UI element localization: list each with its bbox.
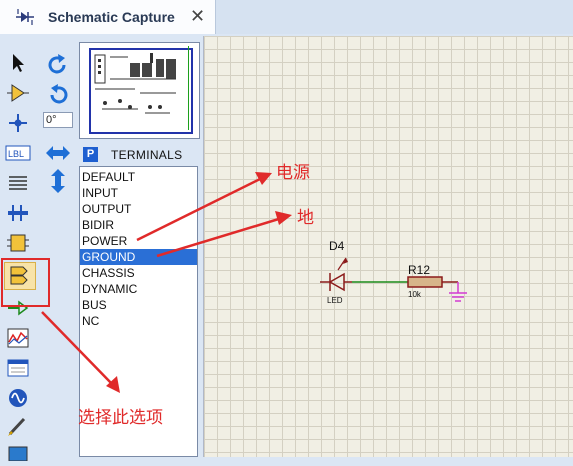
generator-mode-icon[interactable]	[4, 385, 32, 411]
terminals-mode-icon[interactable]	[5, 262, 33, 288]
terminal-item-chassis[interactable]: CHASSIS	[80, 265, 197, 281]
resistor-value-label: 10k	[408, 290, 421, 299]
annotation-select: 选择此选项	[78, 408, 163, 427]
rotate-clockwise-icon[interactable]	[44, 52, 72, 78]
subcircuit-icon[interactable]	[4, 230, 32, 256]
close-icon[interactable]: ✕	[190, 7, 205, 25]
diode-reference-label: D4	[329, 239, 345, 253]
annotation-ground: 地	[297, 208, 314, 227]
terminals-header: P TERMINALS	[79, 145, 198, 165]
terminal-item-input[interactable]: INPUT	[80, 185, 197, 201]
tab-bar: Schematic Capture ✕	[0, 0, 573, 34]
pick-devices-button[interactable]: P	[83, 147, 98, 162]
terminal-item-bus[interactable]: BUS	[80, 297, 197, 313]
tab-title: Schematic Capture	[48, 9, 175, 25]
mirror-vertical-icon[interactable]	[44, 168, 72, 194]
schematic-icon	[16, 9, 34, 25]
text-script-icon[interactable]	[4, 170, 32, 196]
terminal-item-ground[interactable]: GROUND	[80, 249, 197, 265]
graph-mode-icon[interactable]	[4, 325, 32, 351]
terminal-item-bidir[interactable]: BIDIR	[80, 217, 197, 233]
selection-mode-icon[interactable]	[4, 50, 32, 76]
terminal-item-default[interactable]: DEFAULT	[80, 169, 197, 185]
overview-window[interactable]	[79, 42, 200, 139]
rotate-anticlockwise-icon[interactable]	[44, 82, 72, 108]
wire-label-icon[interactable]: LBL	[4, 140, 32, 166]
resistor-reference-label: R12	[408, 263, 431, 277]
tab-schematic-capture[interactable]: Schematic Capture ✕	[0, 0, 216, 34]
device-pins-icon[interactable]	[4, 295, 32, 321]
probe-mode-icon[interactable]	[4, 413, 32, 439]
svg-text:LBL: LBL	[8, 149, 24, 159]
schematic-canvas[interactable]	[203, 36, 573, 457]
terminal-item-output[interactable]: OUTPUT	[80, 201, 197, 217]
instruments-icon[interactable]	[4, 440, 32, 466]
terminal-item-nc[interactable]: NC	[80, 313, 197, 329]
mirror-horizontal-icon[interactable]	[44, 140, 72, 166]
rotation-angle-field[interactable]	[43, 112, 73, 128]
buses-icon[interactable]	[4, 200, 32, 226]
terminal-item-dynamic[interactable]: DYNAMIC	[80, 281, 197, 297]
component-mode-icon[interactable]	[4, 80, 32, 106]
junction-dot-icon[interactable]	[4, 110, 32, 136]
annotation-power: 电源	[276, 163, 310, 182]
diode-value-label: LED	[327, 296, 343, 305]
overview-thumbnail	[94, 53, 176, 114]
terminals-title: TERMINALS	[111, 148, 183, 162]
overview-view-edge	[188, 46, 189, 130]
tape-recorder-icon[interactable]	[4, 355, 32, 381]
terminal-item-power[interactable]: POWER	[80, 233, 197, 249]
